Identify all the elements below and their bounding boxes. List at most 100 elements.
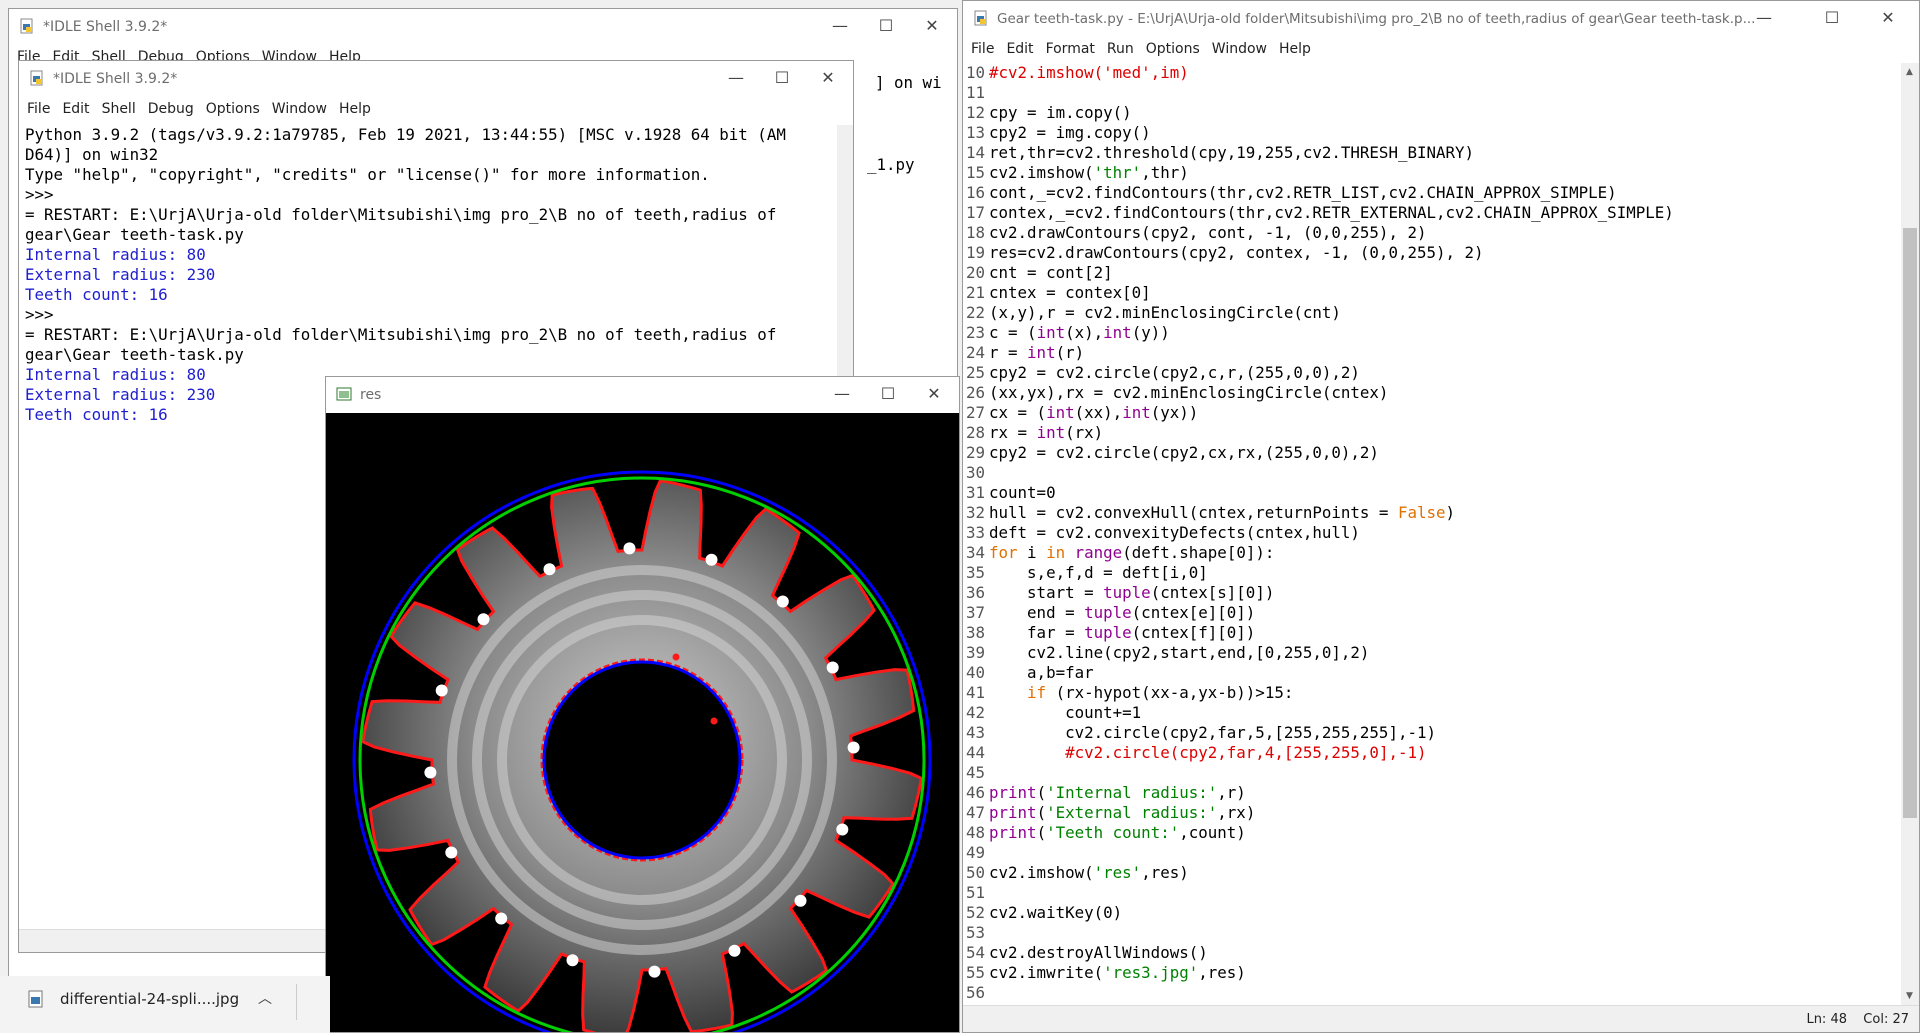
menu-bar: File Edit Format Run Options Window Help [963, 41, 1919, 63]
code-token: end = [989, 603, 1085, 622]
maximize-button[interactable]: ☐ [865, 377, 911, 411]
code-line: 22 (x,y),r = cv2.minEnclosingCircle(cnt) [963, 303, 1674, 323]
line-number: 17 [965, 203, 985, 222]
code-token: (cntex[s][0]) [1150, 583, 1275, 602]
code-token: 'Teeth count:' [1046, 823, 1180, 842]
line-number: 26 [965, 383, 985, 402]
line-number: 19 [965, 243, 985, 262]
res-image-window[interactable]: res — ☐ ✕ [325, 376, 960, 1033]
menu-options[interactable]: Options [206, 101, 260, 117]
taskbar-download-item[interactable]: differential-24-spli....jpg ︿ [0, 976, 330, 1033]
chevron-up-icon[interactable]: ︿ [258, 988, 272, 1008]
menu-help[interactable]: Help [339, 101, 371, 117]
menu-window[interactable]: Window [1212, 41, 1267, 57]
code-token: ,rx) [1217, 803, 1256, 822]
gear-image [326, 413, 959, 1032]
menu-debug[interactable]: Debug [148, 101, 194, 117]
code-token: #cv2.circle(cpy2,far,4,[255,255,0],-1) [1065, 743, 1427, 762]
close-button[interactable]: ✕ [909, 9, 955, 43]
code-token: cpy2 = cv2.circle(cpy2,c,r,(255,0,0),2) [989, 363, 1360, 382]
maximize-button[interactable]: ☐ [863, 9, 909, 43]
defect-dot [435, 684, 448, 697]
scroll-thumb[interactable] [1903, 228, 1917, 818]
line-number: 23 [965, 323, 985, 342]
line-number: 34 [965, 543, 985, 562]
defect-dot [648, 965, 661, 978]
editor-window[interactable]: Gear teeth-task.py - E:\UrjA\Urja-old fo… [962, 0, 1920, 1033]
code-line: 36 start = tuple(cntex[s][0]) [963, 583, 1674, 603]
code-token: tuple [1084, 623, 1132, 642]
code-line: 10 #cv2.imshow('med',im) [963, 63, 1674, 83]
line-number: 50 [965, 863, 985, 882]
code-token: ,thr) [1141, 163, 1189, 182]
code-token: cx = ( [989, 403, 1047, 422]
code-token: 'Internal radius:' [1046, 783, 1218, 802]
menu-edit[interactable]: Edit [1006, 41, 1033, 57]
code-token: 'res3.jpg' [1103, 963, 1199, 982]
window-title: *IDLE Shell 3.9.2* [43, 19, 168, 35]
shell-line: gear\Gear teeth-task.py [25, 225, 244, 244]
line-number: 56 [965, 983, 985, 1002]
line-number: 32 [965, 503, 985, 522]
code-token: (rx-hypot(xx-a,yx-b))>15: [1046, 683, 1294, 702]
defect-dot [794, 894, 807, 907]
menu-file[interactable]: File [27, 101, 50, 117]
code-line: 24 r = int(r) [963, 343, 1674, 363]
menu-help[interactable]: Help [1279, 41, 1311, 57]
line-number: 45 [965, 763, 985, 782]
title-bar[interactable]: *IDLE Shell 3.9.2* — ☐ ✕ [9, 9, 957, 45]
code-token: cv2.drawContours(cpy2, cont, -1, (0,0,25… [989, 223, 1427, 242]
line-number: 13 [965, 123, 985, 142]
code-area[interactable]: 10 #cv2.imshow('med',im) 11 12 cpy = im.copy… [963, 63, 1901, 1005]
code-token: ,count) [1179, 823, 1246, 842]
title-bar[interactable]: *IDLE Shell 3.9.2* — ☐ ✕ [19, 61, 853, 97]
window-title: res [360, 387, 382, 403]
code-token: (rx) [1065, 423, 1104, 442]
minimize-button[interactable]: — [817, 9, 863, 43]
scroll-down-arrow[interactable]: ▼ [1906, 991, 1913, 1001]
scroll-up-arrow[interactable]: ▲ [1906, 67, 1913, 77]
minimize-button[interactable]: — [819, 377, 865, 411]
code-line: 31 count=0 [963, 483, 1674, 503]
code-token: ,res) [1141, 863, 1189, 882]
menu-window[interactable]: Window [272, 101, 327, 117]
defect-dot [495, 912, 508, 925]
line-number: 36 [965, 583, 985, 602]
line-number: 35 [965, 563, 985, 582]
maximize-button[interactable]: ☐ [759, 61, 805, 95]
code-line: 41 if (rx-hypot(xx-a,yx-b))>15: [963, 683, 1674, 703]
title-bar[interactable]: Gear teeth-task.py - E:\UrjA\Urja-old fo… [963, 1, 1919, 37]
menu-edit[interactable]: Edit [62, 101, 89, 117]
code-token: cv2.line(cpy2,start,end,[0,255,0],2) [989, 643, 1370, 662]
code-line: 11 [963, 83, 1674, 103]
menu-file[interactable]: File [971, 41, 994, 57]
code-line: 33 deft = cv2.convexityDefects(cntex,hull… [963, 523, 1674, 543]
defect-dot [566, 954, 579, 967]
shell-line: = RESTART: E:\UrjA\Urja-old folder\Mitsu… [25, 205, 777, 224]
close-button[interactable]: ✕ [805, 61, 851, 95]
minimize-button[interactable]: — [1729, 1, 1799, 35]
minimize-button[interactable]: — [713, 61, 759, 95]
status-bar: Ln: 48 Col: 27 [963, 1005, 1919, 1032]
code-token: cnt = cont[2] [989, 263, 1113, 282]
vertical-scrollbar[interactable]: ▲ ▼ [1901, 63, 1919, 1005]
menu-format[interactable]: Format [1046, 41, 1095, 57]
menu-options[interactable]: Options [1146, 41, 1200, 57]
close-button[interactable]: ✕ [1865, 1, 1911, 35]
code-line: 45 [963, 763, 1674, 783]
maximize-button[interactable]: ☐ [1809, 1, 1855, 35]
menu-shell[interactable]: Shell [102, 101, 136, 117]
code-token: count=0 [989, 483, 1056, 502]
close-button[interactable]: ✕ [911, 377, 957, 411]
code-line: 21 cntex = contex[0] [963, 283, 1674, 303]
line-number: 46 [965, 783, 985, 802]
code-line: 56 [963, 983, 1674, 1003]
window-title: Gear teeth-task.py - E:\UrjA\Urja-old fo… [997, 11, 1756, 27]
title-bar[interactable]: res — ☐ ✕ [326, 377, 959, 413]
menu-run[interactable]: Run [1107, 41, 1134, 57]
code-token: cpy2 = img.copy() [989, 123, 1151, 142]
code-lines[interactable]: 10 #cv2.imshow('med',im) 11 12 cpy = im.copy… [963, 63, 1674, 1003]
download-file-name: differential-24-spli....jpg [60, 990, 240, 1008]
code-token: int [1046, 403, 1075, 422]
